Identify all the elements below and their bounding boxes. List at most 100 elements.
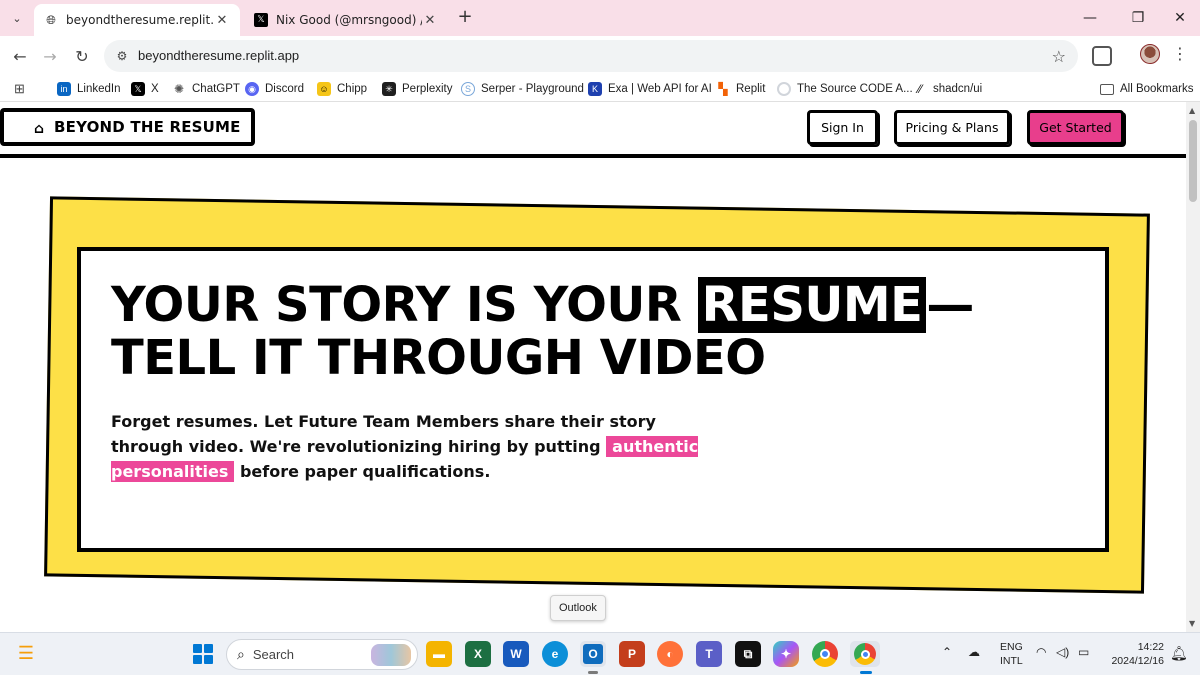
notifications-bell-icon[interactable]: 🔔︎	[1170, 645, 1188, 662]
bookmark-replit[interactable]: ▚ Replit	[716, 80, 765, 98]
site-info-icon[interactable]: ⚙︎	[114, 48, 130, 64]
bookmark-x[interactable]: 𝕏 X	[131, 80, 159, 98]
bookmark-shadcn[interactable]: ⁄⁄ shadcn/ui	[913, 80, 982, 98]
scrollbar-thumb[interactable]	[1189, 120, 1197, 202]
windows-taskbar: ☰ ⌕ Search ▬ X W e O P ◐ T ⧉ ✦ ⌃ ☁ ENG I…	[0, 632, 1200, 675]
folder-icon	[1100, 83, 1114, 95]
tab-x-profile[interactable]: 𝕏 Nix Good (@mrsngood) / X ✕	[244, 4, 448, 36]
wifi-icon[interactable]: ◠	[1036, 645, 1046, 659]
capcut-icon[interactable]: ⧉	[735, 641, 761, 667]
menu-kebab-icon[interactable]: ⋮	[1172, 44, 1188, 68]
forward-button[interactable]: →	[38, 44, 62, 68]
system-clock[interactable]: 14:22 2024/12/16	[1106, 640, 1164, 668]
input-language[interactable]: ENG INTL	[1000, 640, 1023, 668]
home-icon: ⌂	[34, 121, 45, 137]
browser-tabstrip: ⌄ 🌐︎ beyondtheresume.replit.app ✕ 𝕏 Nix …	[0, 0, 1200, 36]
taskbar-search-box[interactable]: ⌕ Search	[226, 639, 418, 670]
hero-content-card: YOUR STORY IS YOUR RESUME—TELL IT THROUG…	[77, 247, 1109, 552]
hero-subtitle-part: Forget resumes. Let Future Team Members …	[111, 412, 656, 456]
scroll-down-arrow-icon[interactable]: ▼	[1189, 619, 1195, 628]
url-text[interactable]: beyondtheresume.replit.app	[138, 48, 299, 63]
language-layout: INTL	[1000, 655, 1023, 667]
bookmark-label: Chipp	[337, 83, 368, 95]
hero-title-part: YOUR STORY IS YOUR	[111, 277, 698, 333]
apps-grid-icon[interactable]: ⊞	[14, 80, 25, 98]
bookmark-label: Replit	[736, 83, 766, 95]
bookmark-chipp[interactable]: ☺ Chipp	[317, 80, 367, 98]
bookmark-chatgpt[interactable]: ✺ ChatGPT	[172, 80, 240, 98]
back-button[interactable]: ←	[8, 44, 32, 68]
replit-icon: ▚	[716, 82, 730, 96]
hero-title-highlight: RESUME	[697, 277, 927, 333]
clock-time: 14:22	[1137, 641, 1164, 653]
loading-icon	[777, 82, 791, 96]
firefox-icon[interactable]: ◐	[657, 641, 683, 667]
bookmark-serper[interactable]: S Serper - Playground	[461, 80, 584, 98]
tab-title: beyondtheresume.replit.app	[66, 13, 214, 27]
bookmarks-bar: ⊞ in LinkedIn 𝕏 X ✺ ChatGPT ◉ Discord ☺ …	[0, 76, 1200, 101]
tab-title: Nix Good (@mrsngood) / X	[276, 13, 422, 27]
get-started-button[interactable]: Get Started	[1027, 110, 1124, 145]
all-bookmarks-label: All Bookmarks	[1120, 83, 1194, 95]
brand-name: BEYOND THE RESUME	[54, 118, 241, 136]
language-code: ENG	[1000, 641, 1023, 653]
bookmark-linkedin[interactable]: in LinkedIn	[57, 80, 120, 98]
tab-search-chevron-icon[interactable]: ⌄	[6, 7, 28, 29]
onedrive-icon[interactable]: ☁	[968, 645, 980, 659]
restore-button[interactable]: ❐	[1118, 6, 1158, 30]
window-close-button[interactable]: ✕	[1160, 6, 1200, 30]
teams-icon[interactable]: T	[696, 641, 722, 667]
pricing-plans-button[interactable]: Pricing & Plans	[894, 110, 1010, 145]
chrome-active-icon[interactable]	[850, 641, 880, 667]
bookmark-star-icon[interactable]: ☆	[1052, 47, 1066, 66]
bookmark-label: Exa | Web API for AI	[608, 83, 712, 95]
search-placeholder: Search	[252, 647, 295, 662]
tab-beyondtheresume[interactable]: 🌐︎ beyondtheresume.replit.app ✕	[34, 4, 240, 36]
bookmark-label: ChatGPT	[192, 83, 240, 95]
word-icon[interactable]: W	[503, 641, 529, 667]
bookmark-label: The Source CODE A...	[797, 83, 913, 95]
bookmark-discord[interactable]: ◉ Discord	[245, 80, 304, 98]
reload-button[interactable]: ↻	[70, 44, 94, 68]
copilot-icon[interactable]: ✦	[773, 641, 799, 667]
outlook-icon[interactable]: O	[580, 641, 606, 667]
all-bookmarks[interactable]: All Bookmarks	[1100, 80, 1194, 98]
search-icon: ⌕	[237, 646, 245, 662]
bookmark-the-source-code[interactable]: The Source CODE A...	[777, 80, 913, 98]
new-tab-button[interactable]: +	[455, 8, 475, 28]
address-bar[interactable]: ⚙︎ beyondtheresume.replit.app ☆	[104, 40, 1078, 72]
excel-icon[interactable]: X	[465, 641, 491, 667]
globe-icon: 🌐︎	[46, 12, 56, 27]
profile-avatar[interactable]	[1140, 44, 1160, 64]
page-scrollbar[interactable]: ▲ ▼	[1186, 102, 1200, 632]
bookmark-label: shadcn/ui	[933, 83, 983, 95]
close-icon[interactable]: ✕	[214, 12, 230, 28]
site-header: ⌂ BEYOND THE RESUME Sign In Pricing & Pl…	[0, 102, 1186, 158]
powerpoint-icon[interactable]: P	[619, 641, 645, 667]
chevron-up-icon[interactable]: ⌃	[942, 645, 952, 659]
file-explorer-icon[interactable]: ▬	[426, 641, 452, 667]
web-page: ⌂ BEYOND THE RESUME Sign In Pricing & Pl…	[0, 102, 1186, 632]
close-icon[interactable]: ✕	[422, 12, 438, 28]
widgets-icon[interactable]: ☰	[14, 643, 38, 665]
minimize-button[interactable]: —	[1070, 6, 1110, 30]
active-app-indicator	[860, 671, 872, 674]
scroll-up-arrow-icon[interactable]: ▲	[1189, 106, 1195, 115]
bookmark-exa[interactable]: K Exa | Web API for AI	[588, 80, 712, 98]
bookmark-label: Serper - Playground	[481, 83, 584, 95]
volume-icon[interactable]: ◁)	[1056, 645, 1069, 659]
bookmark-perplexity[interactable]: ✳ Perplexity	[382, 80, 453, 98]
extensions-icon[interactable]	[1092, 46, 1112, 66]
battery-icon[interactable]: ▭	[1078, 645, 1089, 659]
brand-home-link[interactable]: ⌂ BEYOND THE RESUME	[0, 108, 255, 146]
serper-icon: S	[461, 82, 475, 96]
windows-start-icon[interactable]	[193, 644, 213, 664]
browser-toolbar: ← → ↻ ⚙︎ beyondtheresume.replit.app ☆ ⋮	[0, 36, 1200, 76]
hero-title: YOUR STORY IS YOUR RESUME—TELL IT THROUG…	[111, 277, 1091, 385]
edge-icon[interactable]: e	[542, 641, 568, 667]
sign-in-button[interactable]: Sign In	[807, 110, 878, 145]
hero-subtitle-part: before paper qualifications.	[234, 462, 491, 481]
clock-date: 2024/12/16	[1111, 655, 1164, 667]
chrome-icon[interactable]	[812, 641, 838, 667]
taskbar-tooltip: Outlook	[550, 595, 606, 621]
